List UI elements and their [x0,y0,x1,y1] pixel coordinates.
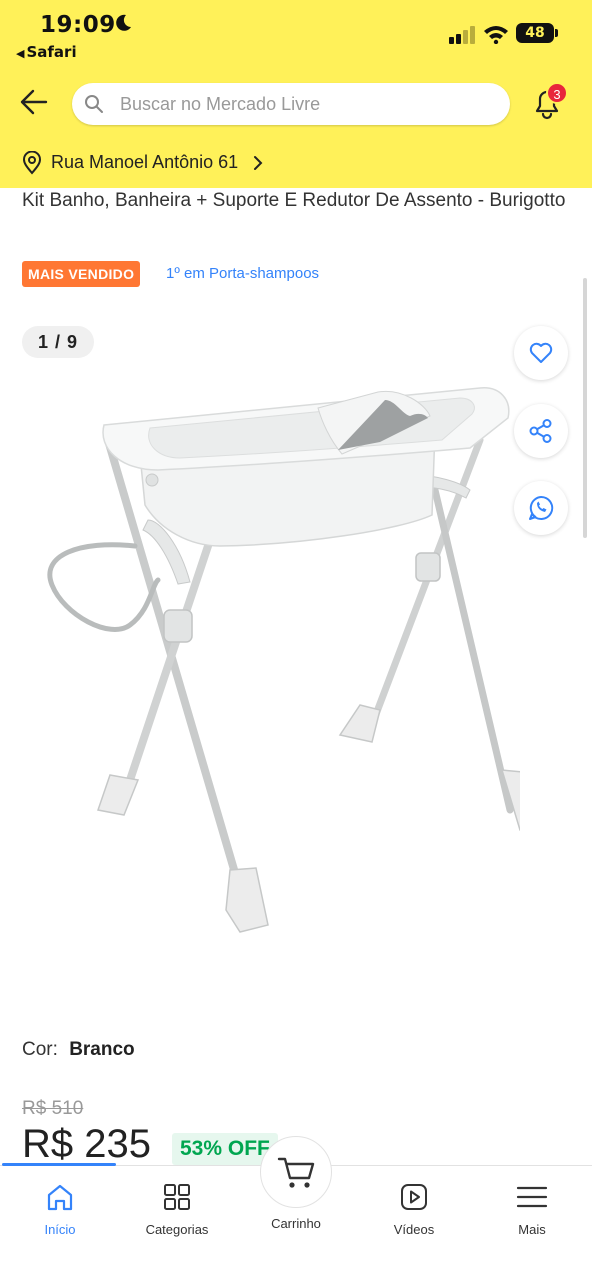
favorite-button[interactable] [514,326,568,380]
home-icon [47,1184,73,1211]
tab-label: Categorias [145,1222,209,1237]
original-price: R$ 510 [22,1098,84,1119]
back-to-app-link[interactable]: ◀ Safari [16,43,77,61]
back-arrow-icon[interactable] [20,89,48,115]
whatsapp-icon [529,495,554,520]
tab-label: Mais [518,1222,546,1237]
image-counter: 1 / 9 [22,326,94,358]
tab-label: Carrinho [271,1216,321,1231]
battery-indicator: 48 [516,23,554,43]
scrollbar[interactable] [583,278,587,538]
address-text: Rua Manoel Antônio 61 [51,152,239,172]
search-icon [85,95,103,113]
search-input[interactable]: Buscar no Mercado Livre [72,83,510,125]
menu-icon [516,1186,548,1208]
tab-inicio[interactable]: Início [1,1180,119,1237]
tab-videos[interactable]: Vídeos [355,1180,473,1237]
color-selector[interactable]: Cor: Branco [22,1039,135,1061]
tab-carrinho[interactable]: Carrinho [237,1216,355,1231]
play-icon [401,1184,427,1210]
battery-tip [555,29,558,37]
chevron-right-icon [254,156,263,170]
active-tab-indicator [2,1163,116,1166]
tab-categorias[interactable]: Categorias [118,1180,236,1237]
whatsapp-share-button[interactable] [514,481,568,535]
tab-mais[interactable]: Mais [473,1180,591,1237]
product-image[interactable] [40,370,520,940]
tab-label: Início [44,1222,76,1237]
status-time: 19:09 [40,12,116,38]
location-pin-icon [22,151,42,175]
heart-icon [529,342,553,363]
search-placeholder: Buscar no Mercado Livre [120,94,321,114]
wifi-icon [484,26,508,44]
color-value: Branco [69,1039,135,1060]
share-icon [529,419,552,443]
tab-label: Vídeos [393,1222,435,1237]
current-price: R$ 235 [22,1122,151,1166]
cart-button[interactable] [260,1136,332,1208]
back-app-label: Safari [26,43,77,61]
best-seller-badge: MAIS VENDIDO [22,261,141,287]
moon-icon [116,14,131,31]
grid-icon [164,1184,190,1210]
product-title: Kit Banho, Banheira + Suporte E Redutor … [22,190,566,211]
cart-icon [277,1157,315,1188]
product-page: 19:09 ◀ Safari 48 Buscar no Mercado Livre… [0,0,592,1280]
category-ranking-link[interactable]: 1º em Porta-shampoos [166,265,319,282]
signal-icon [449,26,475,44]
notification-badge: 3 [546,82,568,104]
share-button[interactable] [514,404,568,458]
color-label: Cor: [22,1039,58,1060]
back-triangle-icon: ◀ [16,47,25,60]
